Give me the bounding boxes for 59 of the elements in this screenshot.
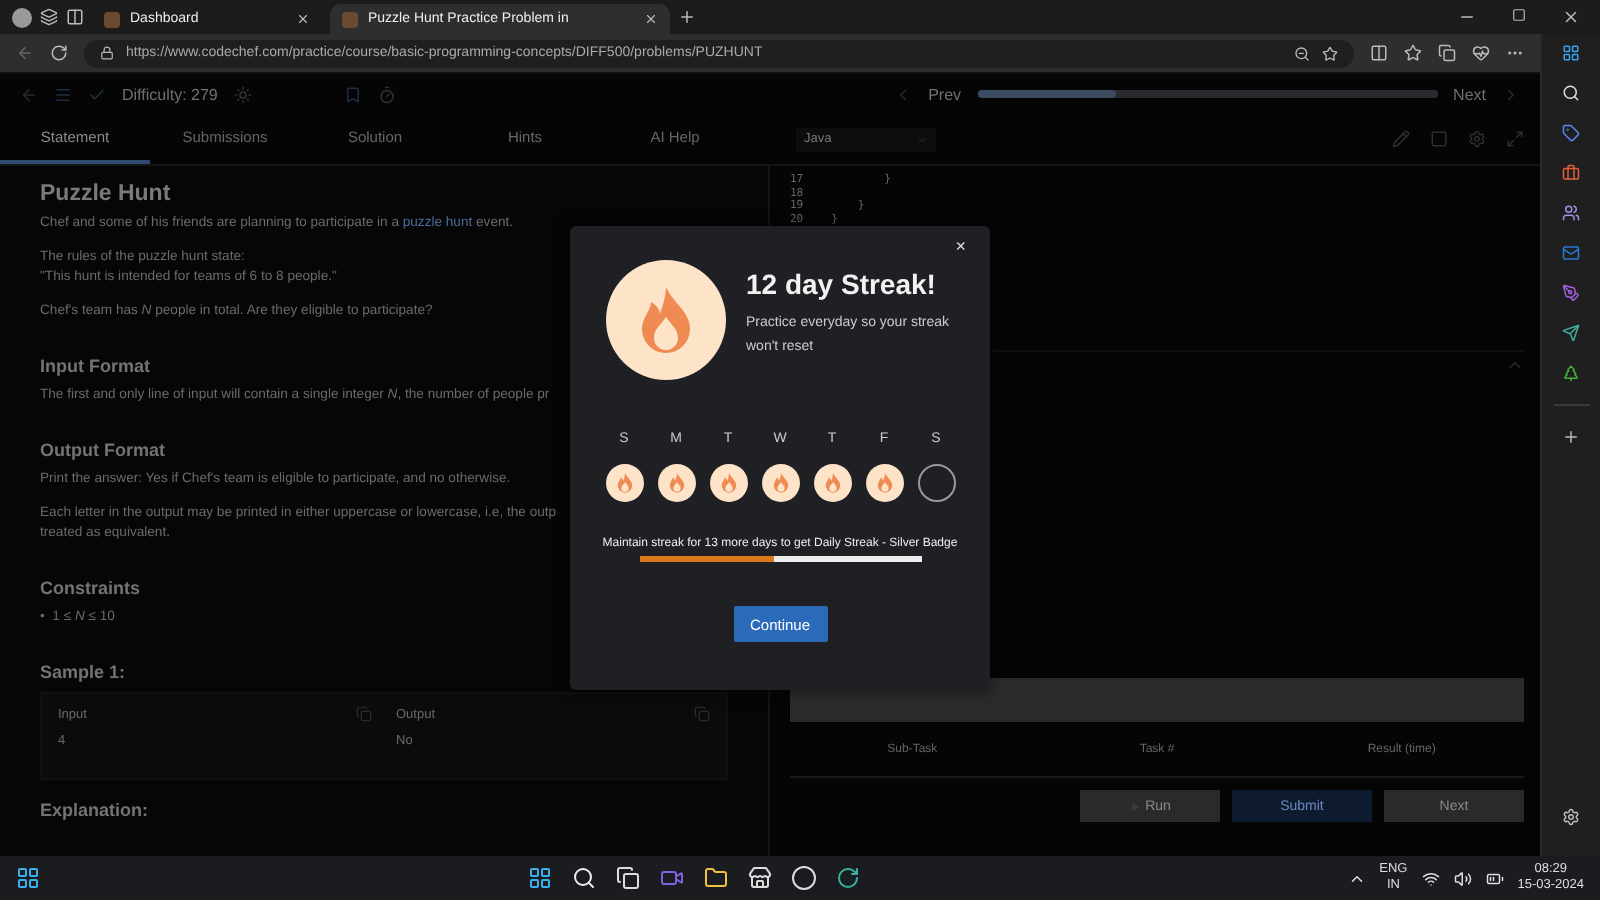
maximize-icon[interactable] xyxy=(1512,8,1526,22)
workspaces-icon[interactable] xyxy=(40,8,58,26)
flame-icon xyxy=(875,472,893,494)
briefcase-icon[interactable] xyxy=(1562,164,1580,182)
wifi-icon xyxy=(1421,869,1440,887)
start-icon[interactable] xyxy=(527,866,552,890)
flame-icon xyxy=(615,472,633,494)
chevron-right-icon xyxy=(1502,85,1520,103)
health-icon[interactable] xyxy=(1472,44,1490,62)
site-icon xyxy=(104,11,120,27)
battery-icon xyxy=(1485,869,1504,887)
close-icon[interactable] xyxy=(1562,8,1580,26)
circle-logo-icon[interactable] xyxy=(791,866,816,890)
close-icon[interactable] xyxy=(296,12,310,26)
tag-icon[interactable] xyxy=(1562,124,1580,142)
next-link[interactable]: Next xyxy=(1453,85,1486,103)
site-icon xyxy=(342,11,358,27)
widgets-icon[interactable] xyxy=(16,866,40,890)
close-icon[interactable] xyxy=(644,12,658,26)
lock-icon xyxy=(100,46,114,60)
favorite-icon xyxy=(1322,45,1338,61)
section-heading: Explanation: xyxy=(40,800,151,820)
new-tab-icon[interactable] xyxy=(678,8,696,26)
collections-icon[interactable] xyxy=(1438,44,1456,62)
pen-icon[interactable] xyxy=(1562,284,1580,302)
add-icon[interactable] xyxy=(1562,428,1580,446)
people-icon[interactable] xyxy=(1562,204,1580,222)
flame-icon xyxy=(636,284,696,356)
favorites-icon[interactable] xyxy=(1404,44,1422,62)
search-icon[interactable] xyxy=(571,866,596,890)
check-icon xyxy=(88,85,106,103)
settings-icon[interactable] xyxy=(1562,808,1580,826)
zoom-icon xyxy=(1294,45,1310,61)
profile-avatar[interactable] xyxy=(12,7,32,27)
store-icon[interactable] xyxy=(747,866,772,890)
mail-icon[interactable] xyxy=(1562,244,1580,262)
section-heading: Input Format xyxy=(40,356,152,376)
problem-title: Puzzle Hunt xyxy=(40,182,173,206)
send-icon[interactable] xyxy=(1562,324,1580,342)
dialog-title: 12 day Streak! xyxy=(746,268,938,300)
search-icon[interactable] xyxy=(1562,84,1580,102)
folder-icon[interactable] xyxy=(703,866,728,890)
split-screen-icon[interactable] xyxy=(1370,44,1388,62)
flame-icon xyxy=(719,472,737,494)
refresh-icon[interactable] xyxy=(50,44,68,62)
flame-icon xyxy=(667,472,685,494)
difficulty-rating: Difficulty: 279 xyxy=(122,85,218,103)
tree-icon[interactable] xyxy=(1562,364,1580,382)
section-heading: Output Format xyxy=(40,440,167,460)
section-heading: Constraints xyxy=(40,578,143,598)
flame-icon xyxy=(771,472,789,494)
tab-actions-icon[interactable] xyxy=(66,8,84,26)
video-icon[interactable] xyxy=(659,866,684,890)
volume-icon xyxy=(1453,869,1472,887)
task-view-icon[interactable] xyxy=(615,866,640,890)
flame-icon xyxy=(823,472,841,494)
section-heading: Sample 1: xyxy=(40,662,128,682)
prev-link[interactable]: Prev xyxy=(928,85,962,103)
close-button[interactable]: × xyxy=(951,238,970,256)
